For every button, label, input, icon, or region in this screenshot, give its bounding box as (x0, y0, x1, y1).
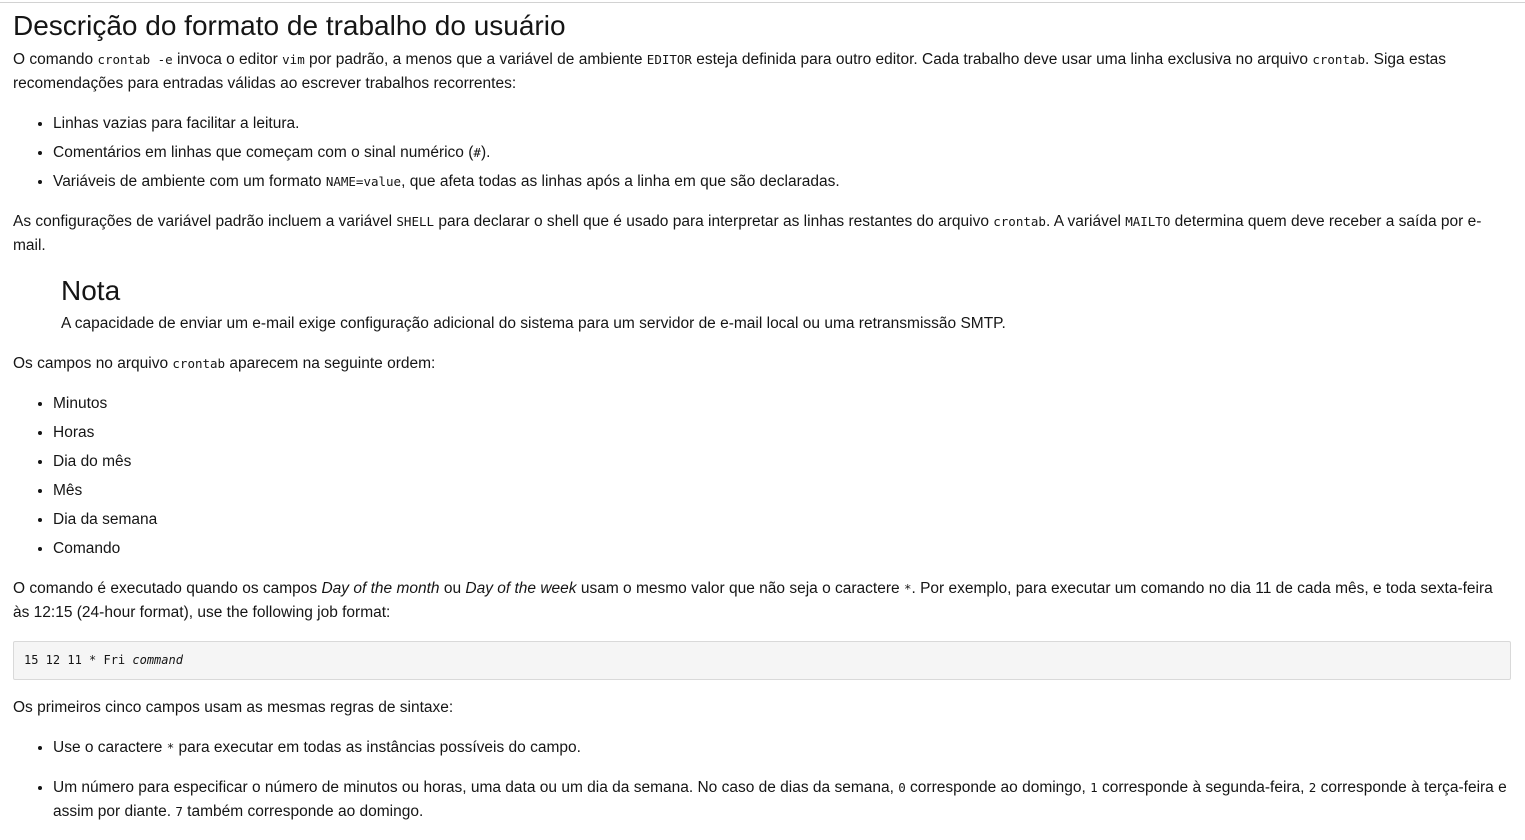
fields-intro-paragraph: Os campos no arquivo crontab aparecem na… (13, 352, 1511, 376)
article-content: Descrição do formato de trabalho do usuá… (13, 8, 1511, 840)
code-block[interactable]: 15 12 11 * Fri command (13, 641, 1511, 680)
list-item-text: corresponde à segunda-feira, (1097, 779, 1309, 796)
emphasis-text: Day of the month (321, 580, 440, 597)
intro-text: por padrão, a menos que a variável de am… (304, 51, 647, 68)
list-item-text: , que afeta todas as linhas após a linha… (401, 173, 840, 190)
fields-list: Minutos Horas Dia do mês Mês Dia da sema… (13, 392, 1511, 561)
inline-code: EDITOR (646, 52, 692, 67)
inline-code: 0 (898, 780, 906, 795)
list-item-text: ). (480, 144, 491, 161)
code-text: 15 12 11 * Fri (24, 653, 133, 667)
list-item: Comentários em linhas que começam com o … (53, 141, 1511, 165)
list-item-text: Variáveis de ambiente com um formato (53, 173, 326, 190)
list-item: Minutos (53, 392, 1511, 416)
paragraph-text: aparecem na seguinte ordem: (225, 355, 436, 372)
intro-text: O comando (13, 51, 98, 68)
paragraph-text: ou (439, 580, 466, 597)
emphasis-text: Day of the week (465, 580, 577, 597)
list-item-text: corresponde ao domingo, (905, 779, 1091, 796)
inline-code: NAME=value (325, 174, 402, 189)
intro-text: esteja definida para outro editor. Cada … (691, 51, 1313, 68)
syntax-rules-list: Use o caractere * para executar em todas… (13, 736, 1511, 824)
inline-code: vim (282, 52, 305, 67)
paragraph-text: As configurações de variável padrão incl… (13, 213, 397, 230)
syntax-intro-paragraph: Os primeiros cinco campos usam as mesmas… (13, 699, 454, 716)
inline-code: crontab (993, 214, 1046, 229)
list-item: Linhas vazias para facilitar a leitura. (53, 112, 1511, 136)
inline-code: # (473, 145, 481, 160)
inline-code: 1 (1090, 780, 1098, 795)
inline-code: crontab -e (97, 52, 173, 67)
inline-code: SHELL (396, 214, 435, 229)
note-title: Nota (61, 275, 121, 306)
list-item: Um número para especificar o número de m… (53, 776, 1511, 824)
section-heading: Descrição do formato de trabalho do usuá… (13, 10, 566, 41)
list-item-text: Um número para especificar o número de m… (53, 779, 899, 796)
intro-paragraph: O comando crontab -e invoca o editor vim… (13, 48, 1511, 96)
list-item-text: Use o caractere (53, 739, 167, 756)
list-item: Dia da semana (53, 508, 1511, 532)
list-item: Variáveis de ambiente com um formato NAM… (53, 170, 1511, 194)
paragraph-text: O comando é executado quando os campos (13, 580, 322, 597)
list-item: Comando (53, 537, 1511, 561)
inline-code: crontab (1312, 52, 1366, 67)
list-item-text: Comentários em linhas que começam com o … (53, 144, 474, 161)
list-item: Dia do mês (53, 450, 1511, 474)
paragraph-text: Os campos no arquivo (13, 355, 173, 372)
intro-text: invoca o editor (172, 51, 283, 68)
inline-code: MAILTO (1125, 214, 1171, 229)
code-placeholder: command (132, 653, 183, 667)
note-admonition: Nota A capacidade de enviar um e-mail ex… (61, 274, 1511, 336)
note-text: A capacidade de enviar um e-mail exige c… (61, 315, 1006, 332)
list-item: Mês (53, 479, 1511, 503)
list-item-text: também corresponde ao domingo. (182, 803, 424, 820)
paragraph-text: . A variável (1045, 213, 1126, 230)
defaults-paragraph: As configurações de variável padrão incl… (13, 210, 1511, 258)
list-item: Horas (53, 421, 1511, 445)
list-item-text: Linhas vazias para facilitar a leitura. (53, 115, 300, 132)
list-item-text: para executar em todas as instâncias pos… (174, 739, 581, 756)
recommendations-list: Linhas vazias para facilitar a leitura. … (13, 112, 1511, 194)
inline-code: crontab (172, 356, 226, 371)
paragraph-text: para declarar o shell que é usado para i… (434, 213, 994, 230)
list-item: Use o caractere * para executar em todas… (53, 736, 1511, 760)
paragraph-text: usam o mesmo valor que não seja o caract… (576, 580, 904, 597)
inline-code: 7 (175, 804, 183, 819)
execution-paragraph: O comando é executado quando os campos D… (13, 577, 1511, 625)
top-divider (0, 2, 1525, 3)
